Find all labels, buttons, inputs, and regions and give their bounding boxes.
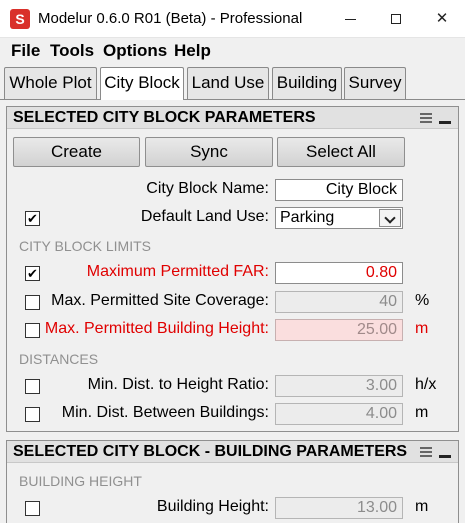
menu-bar: File Tools Options Help xyxy=(0,38,465,64)
min-dist-between-buildings-input[interactable]: 4.00 xyxy=(275,403,403,425)
maximize-window-button[interactable] xyxy=(373,0,419,38)
default-land-use-value: Parking xyxy=(280,209,335,226)
max-building-height-input[interactable]: 25.00 xyxy=(275,319,403,341)
max-building-height-label: Max. Permitted Building Height: xyxy=(44,320,269,337)
modelur-app-icon: S xyxy=(10,9,30,29)
window-titlebar: S Modelur 0.6.0 R01 (Beta) - Professiona… xyxy=(0,0,465,38)
close-window-button[interactable]: ✕ xyxy=(419,0,465,38)
city-block-limits-heading: CITY BLOCK LIMITS xyxy=(19,238,151,254)
max-site-coverage-label: Max. Permitted Site Coverage: xyxy=(51,292,269,309)
menu-options[interactable]: Options xyxy=(103,41,167,61)
building-height-label: Building Height: xyxy=(156,498,269,515)
max-site-coverage-input[interactable]: 40 xyxy=(275,291,403,313)
site-coverage-unit: % xyxy=(415,292,430,309)
panel-menu-icon[interactable] xyxy=(419,445,433,459)
panel-header: SELECTED CITY BLOCK - BUILDING PARAMETER… xyxy=(7,441,458,463)
chevron-down-icon[interactable] xyxy=(379,209,401,227)
panel-collapse-icon[interactable] xyxy=(438,445,452,459)
sync-button[interactable]: Sync xyxy=(145,137,273,167)
default-land-use-select[interactable]: Parking xyxy=(275,207,403,229)
max-far-checkbox[interactable]: ✔ xyxy=(25,266,40,281)
panel-title: SELECTED CITY BLOCK PARAMETERS xyxy=(13,109,316,126)
min-dist-between-buildings-label: Min. Dist. Between Buildings: xyxy=(61,404,269,421)
between-buildings-unit: m xyxy=(415,404,429,421)
building-height-unit: m xyxy=(415,498,429,515)
menu-tools[interactable]: Tools xyxy=(50,41,94,61)
height-ratio-unit: h/x xyxy=(415,376,437,393)
max-far-label: Maximum Permitted FAR: xyxy=(86,263,269,280)
min-dist-height-ratio-input[interactable]: 3.00 xyxy=(275,375,403,397)
tab-survey[interactable]: Survey xyxy=(344,67,406,99)
tab-land-use[interactable]: Land Use xyxy=(187,67,269,99)
minimize-icon xyxy=(344,18,356,20)
maximize-icon xyxy=(391,14,401,25)
tab-underline xyxy=(0,99,465,100)
city-block-parameters-panel: SELECTED CITY BLOCK PARAMETERS Create Sy… xyxy=(6,106,459,432)
distances-heading: DISTANCES xyxy=(19,351,99,367)
max-building-height-checkbox[interactable] xyxy=(25,323,40,338)
building-height-checkbox[interactable] xyxy=(25,501,40,516)
max-site-coverage-checkbox[interactable] xyxy=(25,295,40,310)
panel-collapse-icon[interactable] xyxy=(438,111,452,125)
select-all-button[interactable]: Select All xyxy=(277,137,405,167)
window-title: Modelur 0.6.0 R01 (Beta) - Professional xyxy=(38,10,303,27)
panel-menu-icon[interactable] xyxy=(419,111,433,125)
panel-title: SELECTED CITY BLOCK - BUILDING PARAMETER… xyxy=(13,443,408,460)
tab-whole-plot[interactable]: Whole Plot xyxy=(4,67,97,99)
building-height-unit: m xyxy=(415,320,429,337)
minimize-window-button[interactable] xyxy=(327,0,373,38)
max-far-input[interactable]: 0.80 xyxy=(275,262,403,284)
default-land-use-checkbox[interactable]: ✔ xyxy=(25,211,40,226)
min-dist-height-ratio-label: Min. Dist. to Height Ratio: xyxy=(87,376,269,393)
close-icon: ✕ xyxy=(435,10,449,27)
min-dist-height-ratio-checkbox[interactable] xyxy=(25,379,40,394)
building-parameters-panel: SELECTED CITY BLOCK - BUILDING PARAMETER… xyxy=(6,440,459,523)
panel-header: SELECTED CITY BLOCK PARAMETERS xyxy=(7,107,458,129)
create-button[interactable]: Create xyxy=(13,137,140,167)
menu-file[interactable]: File xyxy=(11,41,40,61)
tab-building[interactable]: Building xyxy=(272,67,342,99)
default-land-use-label: Default Land Use: xyxy=(140,208,269,225)
tab-city-block[interactable]: City Block xyxy=(100,67,184,100)
building-height-heading: BUILDING HEIGHT xyxy=(19,473,142,489)
city-block-name-label: City Block Name: xyxy=(146,180,269,197)
building-height-input[interactable]: 13.00 xyxy=(275,497,403,519)
menu-help[interactable]: Help xyxy=(174,41,211,61)
min-dist-between-buildings-checkbox[interactable] xyxy=(25,407,40,422)
city-block-name-input[interactable]: City Block xyxy=(275,179,403,201)
